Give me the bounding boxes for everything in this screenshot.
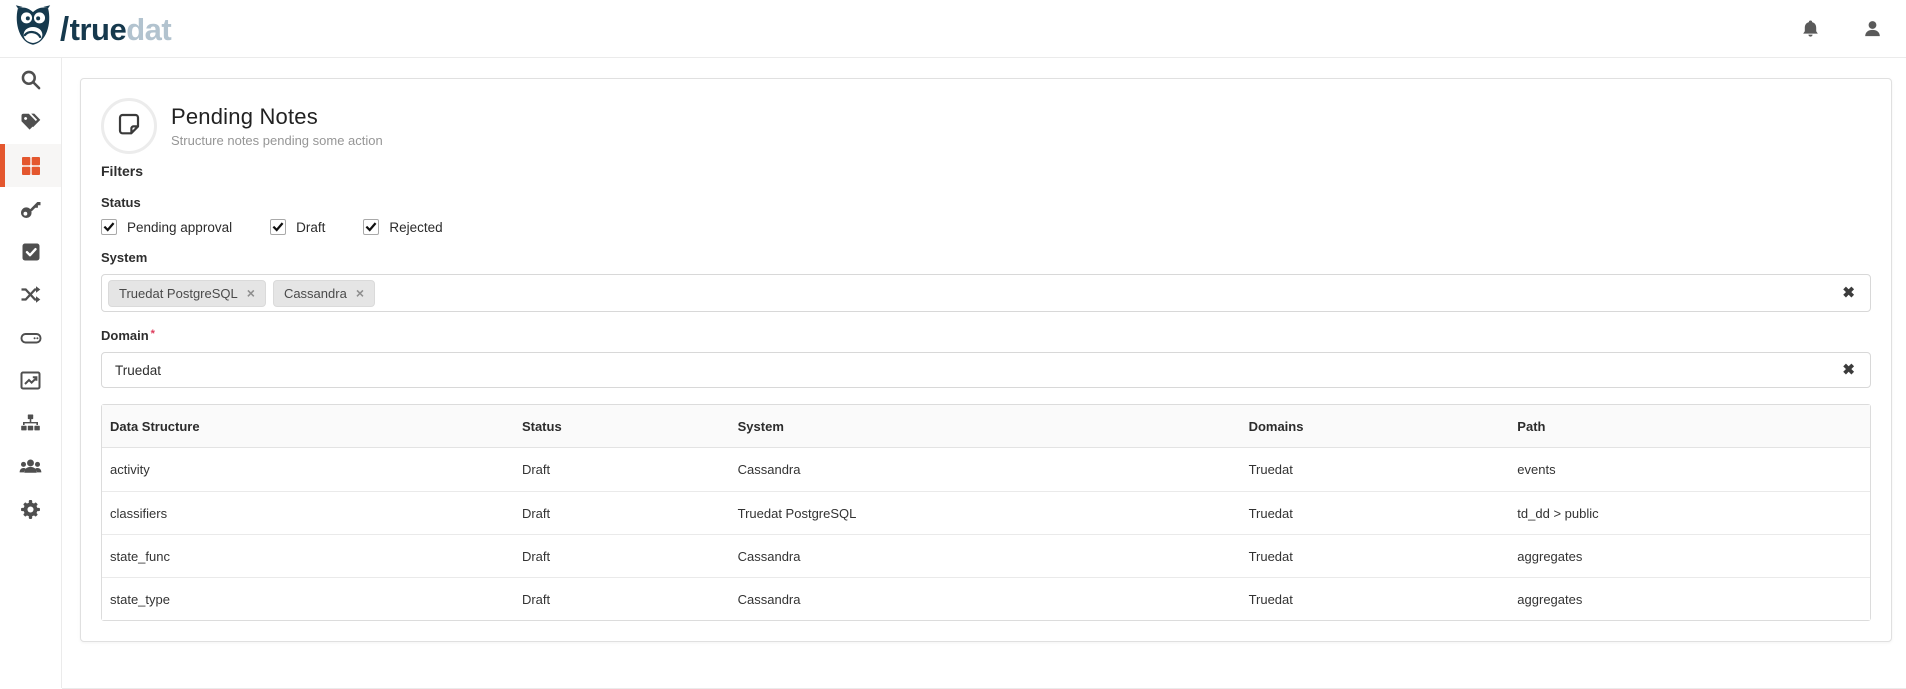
required-marker: * xyxy=(150,328,155,340)
sidebar-item-configuration[interactable] xyxy=(0,488,61,531)
user-account-icon[interactable] xyxy=(1860,17,1884,41)
sidebar-item-search[interactable] xyxy=(0,58,61,101)
pending-notes-card: Pending Notes Structure notes pending so… xyxy=(80,78,1892,642)
page-header: Pending Notes Structure notes pending so… xyxy=(101,97,1871,155)
users-icon xyxy=(19,455,42,478)
cell-system: Cassandra xyxy=(729,534,1241,577)
truedat-logo[interactable]: /truedat xyxy=(12,5,172,52)
checkbox-rejected[interactable]: Rejected xyxy=(363,219,443,235)
cell-domains: Truedat xyxy=(1240,534,1510,577)
remove-tag-icon[interactable]: × xyxy=(356,286,364,300)
cell-data-structure: classifiers xyxy=(102,491,514,534)
logo-wordmark: /truedat xyxy=(60,10,172,47)
search-icon xyxy=(20,69,41,90)
key-icon xyxy=(20,198,41,219)
system-label: System xyxy=(101,250,148,265)
tags-icon xyxy=(20,112,41,133)
sidebar xyxy=(0,58,62,688)
notifications-bell-icon[interactable] xyxy=(1798,17,1822,41)
cell-path: aggregates xyxy=(1509,577,1870,620)
checkbox-box[interactable] xyxy=(270,219,287,235)
grid-icon xyxy=(21,156,41,176)
cell-system: Cassandra xyxy=(737,462,801,477)
cell-system: Cassandra xyxy=(729,577,1241,620)
column-header-system: System xyxy=(729,405,1241,448)
cell-domains: Truedat xyxy=(1240,491,1510,534)
table-row[interactable]: state_func Draft Cassandra Truedat aggre… xyxy=(102,534,1870,577)
sidebar-item-quality[interactable] xyxy=(0,230,61,273)
cell-status: Draft xyxy=(521,462,551,477)
status-label: Status xyxy=(101,195,141,210)
sidebar-item-users[interactable] xyxy=(0,445,61,488)
selected-tag: Cassandra × xyxy=(272,279,375,307)
table-header-row: Data Structure Status System Domains Pat… xyxy=(102,405,1870,448)
sitemap-icon xyxy=(20,413,41,434)
cell-path: aggregates xyxy=(1509,534,1870,577)
sidebar-item-lineage[interactable] xyxy=(0,273,61,316)
clear-system-icon[interactable]: ✖ xyxy=(1842,286,1855,301)
owl-logo-icon xyxy=(12,5,54,52)
cell-status: Draft xyxy=(513,534,730,577)
clear-domain-icon[interactable]: ✖ xyxy=(1842,363,1855,378)
note-icon-circle xyxy=(101,98,157,154)
gear-icon xyxy=(20,499,41,520)
page-subtitle: Structure notes pending some action xyxy=(171,133,383,148)
table-row[interactable]: state_type Draft Cassandra Truedat aggre… xyxy=(102,577,1870,620)
sidebar-item-catalog[interactable] xyxy=(0,144,61,187)
check-square-icon xyxy=(21,242,41,262)
table-row[interactable]: classifiers Draft Truedat PostgreSQL Tru… xyxy=(102,491,1870,534)
sidebar-item-domains[interactable] xyxy=(0,402,61,445)
column-header-status: Status xyxy=(513,405,730,448)
cell-path: td_dd > public xyxy=(1509,491,1870,534)
cell-status: Draft xyxy=(513,491,730,534)
checkbox-draft[interactable]: Draft xyxy=(270,219,325,235)
chart-line-icon xyxy=(20,370,41,391)
table-row[interactable]: activity Draft Cassandra Truedat events xyxy=(102,448,1870,491)
cell-data-structure: activity xyxy=(110,462,150,477)
checkbox-box[interactable] xyxy=(363,219,380,235)
column-header-domains: Domains xyxy=(1240,405,1510,448)
checkbox-pending-approval[interactable]: Pending approval xyxy=(101,219,232,235)
topbar: /truedat xyxy=(0,0,1906,58)
domain-value: Truedat xyxy=(115,362,162,378)
remove-tag-icon[interactable]: × xyxy=(247,286,255,300)
main-content: Pending Notes Structure notes pending so… xyxy=(62,58,1906,688)
sidebar-item-glossary[interactable] xyxy=(0,101,61,144)
domain-label: Domain * xyxy=(101,328,155,343)
status-filter-group: Pending approval Draft Rejected xyxy=(101,219,1871,235)
system-multiselect[interactable]: Truedat PostgreSQL × Cassandra × ✖ xyxy=(101,274,1871,312)
pending-notes-table: Data Structure Status System Domains Pat… xyxy=(101,404,1871,621)
domain-select[interactable]: Truedat ✖ xyxy=(101,352,1871,388)
cell-system: Truedat PostgreSQL xyxy=(729,491,1241,534)
cell-data-structure: state_func xyxy=(102,534,514,577)
cell-domains: Truedat xyxy=(1248,462,1293,477)
sidebar-item-access[interactable] xyxy=(0,187,61,230)
cell-path: events xyxy=(1517,462,1556,477)
selected-tag: Truedat PostgreSQL × xyxy=(108,279,266,307)
cell-status: Draft xyxy=(513,577,730,620)
column-header-data-structure: Data Structure xyxy=(102,405,514,448)
column-header-path: Path xyxy=(1509,405,1870,448)
drive-icon xyxy=(20,327,42,349)
page-title: Pending Notes xyxy=(171,104,318,129)
shuffle-icon xyxy=(20,284,41,305)
cell-domains: Truedat xyxy=(1240,577,1510,620)
sidebar-item-dashboards[interactable] xyxy=(0,359,61,402)
filters-heading: Filters xyxy=(101,163,144,179)
cell-data-structure: state_type xyxy=(102,577,514,620)
note-icon xyxy=(115,110,143,143)
sidebar-item-systems[interactable] xyxy=(0,316,61,359)
checkbox-box[interactable] xyxy=(101,219,117,235)
